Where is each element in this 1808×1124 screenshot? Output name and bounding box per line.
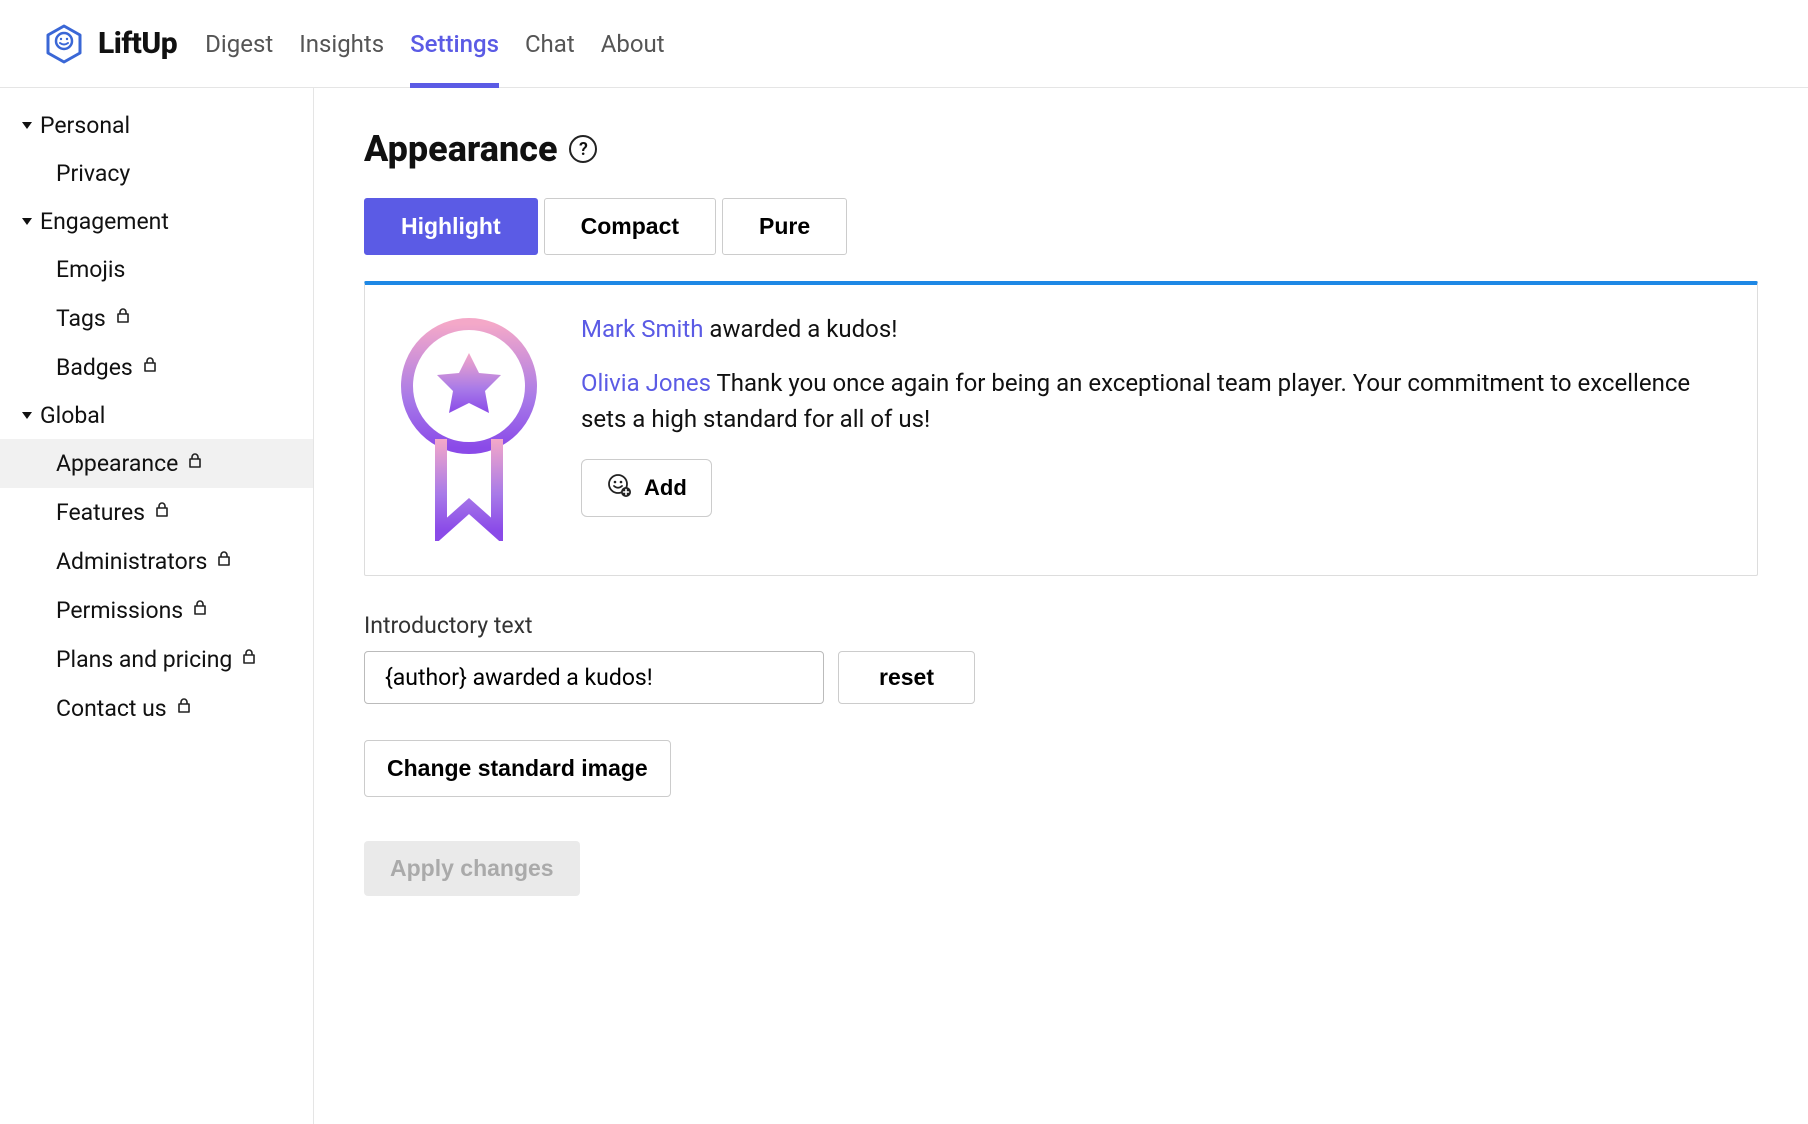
liftup-logo-icon bbox=[44, 24, 84, 64]
sidebar-group-label: Personal bbox=[40, 112, 130, 139]
sidebar-item-privacy[interactable]: Privacy bbox=[0, 149, 313, 198]
preview-intro-line: Mark Smith awarded a kudos! bbox=[581, 311, 1723, 347]
sidebar-group-label: Global bbox=[40, 402, 105, 429]
appearance-tabs: Highlight Compact Pure bbox=[364, 198, 1758, 255]
sidebar-item-plans-pricing[interactable]: Plans and pricing bbox=[0, 635, 313, 684]
caret-down-icon bbox=[22, 412, 32, 419]
lock-icon bbox=[193, 600, 207, 620]
apply-changes-button[interactable]: Apply changes bbox=[364, 841, 580, 896]
sidebar-group-personal[interactable]: Personal bbox=[0, 102, 313, 149]
sidebar-item-badges[interactable]: Badges bbox=[0, 343, 313, 392]
lock-icon bbox=[188, 453, 202, 473]
caret-down-icon bbox=[22, 218, 32, 225]
tab-pure[interactable]: Pure bbox=[722, 198, 847, 255]
nav-chat[interactable]: Chat bbox=[525, 0, 575, 87]
kudos-message: Thank you once again for being an except… bbox=[581, 369, 1690, 433]
lock-icon bbox=[217, 551, 231, 571]
brand-name: LiftUp bbox=[98, 26, 177, 61]
sidebar-item-contact-us[interactable]: Contact us bbox=[0, 684, 313, 733]
help-icon[interactable]: ? bbox=[569, 135, 597, 163]
page-title: Appearance bbox=[364, 128, 557, 170]
change-standard-image-button[interactable]: Change standard image bbox=[364, 740, 671, 797]
add-reaction-button[interactable]: Add bbox=[581, 459, 712, 517]
intro-text-input[interactable] bbox=[364, 651, 824, 704]
sidebar-item-tags[interactable]: Tags bbox=[0, 294, 313, 343]
sidebar-item-label: Plans and pricing bbox=[56, 646, 232, 673]
author-name[interactable]: Mark Smith bbox=[581, 315, 703, 343]
sidebar-item-label: Tags bbox=[56, 305, 106, 332]
main-content: Appearance ? Highlight Compact Pure bbox=[314, 88, 1808, 1124]
sidebar-item-label: Privacy bbox=[56, 160, 130, 187]
nav-about[interactable]: About bbox=[601, 0, 665, 87]
sidebar-group-engagement[interactable]: Engagement bbox=[0, 198, 313, 245]
sidebar-item-label: Permissions bbox=[56, 597, 183, 624]
kudos-preview-card: Mark Smith awarded a kudos! Olivia Jones… bbox=[364, 281, 1758, 576]
sidebar-item-administrators[interactable]: Administrators bbox=[0, 537, 313, 586]
sidebar-item-label: Badges bbox=[56, 354, 133, 381]
sidebar-item-features[interactable]: Features bbox=[0, 488, 313, 537]
caret-down-icon bbox=[22, 122, 32, 129]
nav-insights[interactable]: Insights bbox=[299, 0, 384, 87]
sidebar-group-label: Engagement bbox=[40, 208, 169, 235]
sidebar-item-label: Emojis bbox=[56, 256, 125, 283]
sidebar-item-label: Appearance bbox=[56, 450, 178, 477]
sidebar-item-label: Administrators bbox=[56, 548, 207, 575]
intro-suffix: awarded a kudos! bbox=[703, 315, 897, 343]
intro-text-label: Introductory text bbox=[364, 612, 1758, 639]
nav-digest[interactable]: Digest bbox=[205, 0, 273, 87]
tab-highlight[interactable]: Highlight bbox=[364, 198, 538, 255]
brand-logo[interactable]: LiftUp bbox=[44, 24, 177, 64]
reset-button[interactable]: reset bbox=[838, 651, 975, 704]
lock-icon bbox=[177, 698, 191, 718]
add-button-label: Add bbox=[644, 475, 687, 501]
sidebar-item-appearance[interactable]: Appearance bbox=[0, 439, 313, 488]
main-nav: Digest Insights Settings Chat About bbox=[205, 0, 664, 87]
app-header: LiftUp Digest Insights Settings Chat Abo… bbox=[0, 0, 1808, 88]
sidebar-item-permissions[interactable]: Permissions bbox=[0, 586, 313, 635]
lock-icon bbox=[116, 308, 130, 328]
sidebar-group-global[interactable]: Global bbox=[0, 392, 313, 439]
tab-compact[interactable]: Compact bbox=[544, 198, 716, 255]
preview-message-line: Olivia Jones Thank you once again for be… bbox=[581, 365, 1723, 437]
sidebar-item-emojis[interactable]: Emojis bbox=[0, 245, 313, 294]
settings-sidebar: Personal Privacy Engagement Emojis Tags … bbox=[0, 88, 314, 1124]
nav-settings[interactable]: Settings bbox=[410, 0, 499, 87]
lock-icon bbox=[242, 649, 256, 669]
sidebar-item-label: Features bbox=[56, 499, 145, 526]
lock-icon bbox=[155, 502, 169, 522]
recipient-name[interactable]: Olivia Jones bbox=[581, 369, 711, 397]
award-ribbon-icon bbox=[399, 311, 539, 541]
lock-icon bbox=[143, 357, 157, 377]
emoji-add-icon bbox=[606, 472, 632, 504]
sidebar-item-label: Contact us bbox=[56, 695, 167, 722]
